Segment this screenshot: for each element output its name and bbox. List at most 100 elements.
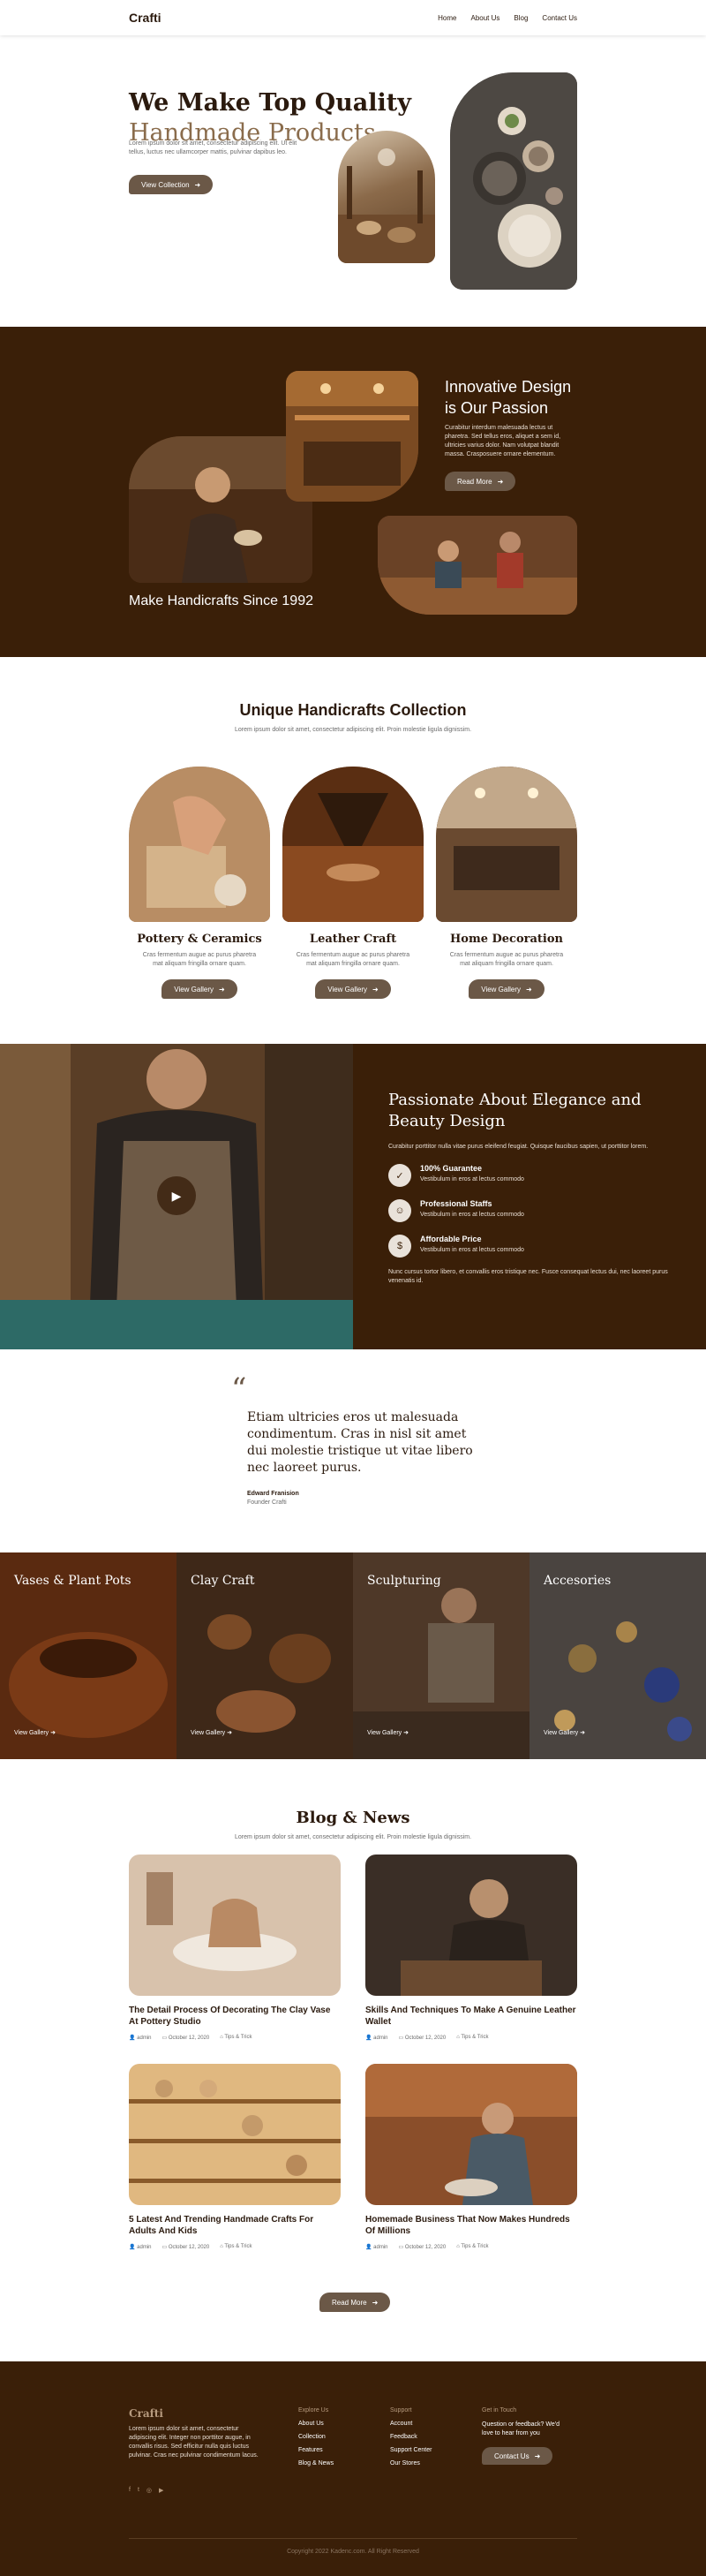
passion-description: Curabitur porttitor nulla vitae purus el… [388, 1144, 649, 1150]
logo[interactable]: Crafti [129, 11, 161, 25]
quote-icon: “ [231, 1371, 247, 1407]
gallery-tile[interactable]: Clay Craft View Gallery ➜ [176, 1552, 353, 1759]
gallery-link[interactable]: View Gallery ➜ [367, 1729, 409, 1736]
nav-contact[interactable]: Contact Us [542, 14, 577, 22]
contact-us-button[interactable]: Contact Us ➜ [482, 2447, 553, 2465]
card-text: Cras fermentum augue ac purus pharetra m… [296, 952, 410, 967]
hero-image-shop [338, 131, 435, 263]
gallery-tile[interactable]: Accesories View Gallery ➜ [530, 1552, 706, 1759]
footer-link[interactable]: Features [298, 2447, 334, 2453]
card-title: Leather Craft [309, 933, 397, 946]
view-gallery-label: View Gallery [327, 985, 368, 993]
site-footer: Crafti Lorem ipsum dolor sit amet, conse… [0, 2361, 706, 2576]
footer-link[interactable]: Feedback [390, 2434, 432, 2440]
gallery-link[interactable]: View Gallery ➜ [191, 1729, 232, 1736]
facebook-icon[interactable]: f [129, 2487, 131, 2494]
footer-link[interactable]: Account [390, 2421, 432, 2427]
social-links: f t ◎ ▶ [129, 2487, 163, 2494]
leather-image [282, 767, 424, 922]
blog-post[interactable]: Homemade Business That Now Makes Hundred… [365, 2064, 577, 2250]
main-nav: Home About Us Blog Contact Us [438, 14, 577, 22]
leather-wallet-illustration [365, 1855, 577, 1996]
post-title[interactable]: 5 Latest And Trending Handmade Crafts Fo… [129, 2214, 341, 2237]
post-title[interactable]: Homemade Business That Now Makes Hundred… [365, 2214, 577, 2237]
post-meta: 👤 admin ▭ October 12, 2020 ⌂ Tips & Tric… [365, 2035, 577, 2041]
tag-icon: ⌂ [220, 2244, 223, 2249]
passion-footer-text: Nunc cursus tortor libero, et convallis … [388, 1269, 668, 1284]
gallery-link[interactable]: View Gallery ➜ [544, 1729, 585, 1736]
instagram-icon[interactable]: ◎ [146, 2487, 152, 2494]
view-gallery-label: View Gallery [174, 985, 214, 993]
arrow-right-icon: ➜ [194, 180, 201, 189]
post-author: 👤 admin [365, 2244, 388, 2250]
footer-divider [129, 2538, 577, 2539]
post-meta: 👤 admin ▭ October 12, 2020 ⌂ Tips & Tric… [365, 2244, 577, 2250]
blog-post[interactable]: 5 Latest And Trending Handmade Crafts Fo… [129, 2064, 341, 2250]
collection-subtitle: Lorem ipsum dolor sit amet, consectetur … [234, 727, 472, 733]
nav-home[interactable]: Home [438, 14, 456, 22]
user-icon: 👤 [365, 2245, 372, 2250]
feature-text: Vestibulum in eros at lectus commodo [420, 1212, 524, 1218]
footer-link[interactable]: About Us [298, 2421, 334, 2427]
view-gallery-button[interactable]: View Gallery ➜ [315, 979, 391, 999]
innov-title: Innovative Design is Our Passion [445, 376, 571, 419]
user-icon: 👤 [129, 2036, 136, 2041]
crafts-shelf-illustration [129, 2064, 341, 2205]
feature-title: Affordable Price [420, 1235, 482, 1243]
twitter-icon[interactable]: t [138, 2487, 139, 2494]
view-gallery-button[interactable]: View Gallery ➜ [161, 979, 237, 999]
arrow-right-icon: ➜ [580, 1730, 585, 1736]
gallery-tile[interactable]: Sculpturing View Gallery ➜ [353, 1552, 530, 1759]
collection-card: Pottery & Ceramics Cras fermentum augue … [129, 767, 270, 999]
clay-vase-illustration [129, 1855, 341, 1996]
nav-about[interactable]: About Us [471, 14, 500, 22]
view-collection-button[interactable]: View Collection ➜ [129, 175, 214, 194]
gallery-link[interactable]: View Gallery ➜ [14, 1729, 56, 1736]
feature-item: ✓ 100% Guarantee Vestibulum in eros at l… [388, 1164, 671, 1187]
blog-read-more-label: Read More [332, 2298, 367, 2307]
gallery-strip: Vases & Plant Pots View Gallery ➜ Clay C… [0, 1552, 706, 1759]
gallery-tile[interactable]: Vases & Plant Pots View Gallery ➜ [0, 1552, 176, 1759]
site-header: Crafti Home About Us Blog Contact Us [0, 0, 706, 35]
post-title[interactable]: Skills And Techniques To Make A Genuine … [365, 2005, 577, 2028]
testimonial-section: “ Etiam ultricies eros ut malesuada cond… [0, 1349, 706, 1552]
post-title[interactable]: The Detail Process Of Decorating The Cla… [129, 2005, 341, 2028]
hero-section: We Make Top Quality Handmade Products Lo… [0, 35, 706, 327]
footer-support: Support Account Feedback Support Center … [390, 2407, 432, 2474]
since-1992-title: Make Handicrafts Since 1992 [129, 593, 313, 608]
calendar-icon: ▭ [398, 2036, 404, 2041]
post-image [129, 2064, 341, 2205]
tag-icon: ⌂ [220, 2035, 223, 2040]
footer-logo[interactable]: Crafti [129, 2407, 163, 2420]
footer-col-title: Get in Touch [482, 2407, 517, 2414]
arrow-right-icon: ➜ [526, 985, 532, 993]
blog-post[interactable]: The Detail Process Of Decorating The Cla… [129, 1855, 341, 2041]
post-category: ⌂ Tips & Trick [456, 2035, 488, 2041]
view-gallery-button[interactable]: View Gallery ➜ [469, 979, 545, 999]
testimonial-quote: Etiam ultricies eros ut malesuada condim… [247, 1410, 473, 1475]
innov-image-workshop [286, 371, 418, 502]
footer-explore: Explore Us About Us Collection Features … [298, 2407, 334, 2474]
footer-link[interactable]: Collection [298, 2434, 334, 2440]
post-image [365, 1855, 577, 1996]
play-icon[interactable]: ▶ [157, 1176, 196, 1215]
price-tag-icon: $ [388, 1235, 411, 1258]
innov-read-more-button[interactable]: Read More ➜ [445, 472, 516, 491]
arrow-right-icon: ➜ [403, 1730, 409, 1736]
blog-title: Blog & News [296, 1809, 410, 1827]
post-author: 👤 admin [129, 2035, 152, 2041]
footer-link[interactable]: Blog & News [298, 2460, 334, 2466]
post-date-text: October 12, 2020 [404, 2245, 447, 2250]
arrow-right-icon: ➜ [534, 2451, 541, 2460]
gallery-title: Accesories [544, 1574, 612, 1588]
blog-read-more-button[interactable]: Read More ➜ [319, 2293, 391, 2312]
nav-blog[interactable]: Blog [514, 14, 528, 22]
footer-link[interactable]: Support Center [390, 2447, 432, 2453]
blog-post[interactable]: Skills And Techniques To Make A Genuine … [365, 1855, 577, 2041]
youtube-icon[interactable]: ▶ [159, 2487, 163, 2494]
blog-posts: The Detail Process Of Decorating The Cla… [129, 1855, 577, 2250]
post-image [365, 2064, 577, 2205]
footer-link[interactable]: Our Stores [390, 2460, 432, 2466]
post-image [129, 1855, 341, 1996]
passion-section: ▶ Passionate About Elegance and Beauty D… [0, 1044, 706, 1349]
